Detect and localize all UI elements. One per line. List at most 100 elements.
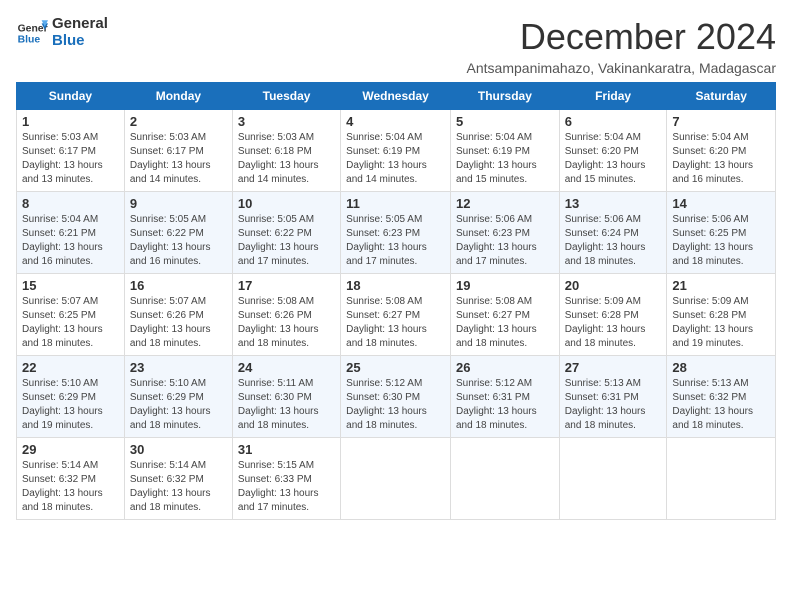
calendar-day-13: 13Sunrise: 5:06 AM Sunset: 6:24 PM Dayli… xyxy=(559,192,667,274)
calendar-day-12: 12 Sunrise: 5:06 AM Sunset: 6:23 PM Dayli… xyxy=(450,192,559,274)
day-info: Sunrise: 5:12 AM Sunset: 6:30 PM Dayligh… xyxy=(346,377,445,433)
day-number: 1 xyxy=(22,114,119,129)
day-number: 23 xyxy=(130,360,227,375)
calendar-day-24: 24 Sunrise: 5:11 AM Sunset: 6:30 PM Dayli… xyxy=(232,356,340,438)
day-info: Sunrise: 5:06 AM Sunset: 6:23 PM Dayligh… xyxy=(456,213,554,269)
day-number: 2 xyxy=(130,114,227,129)
calendar-day-14: 14Sunrise: 5:06 AM Sunset: 6:25 PM Dayli… xyxy=(667,192,776,274)
day-number: 15 xyxy=(22,278,119,293)
calendar-week-5: 29 Sunrise: 5:14 AM Sunset: 6:32 PM Dayli… xyxy=(17,438,776,520)
calendar-day-28: 28Sunrise: 5:13 AM Sunset: 6:32 PM Dayli… xyxy=(667,356,776,438)
svg-text:Blue: Blue xyxy=(18,34,41,45)
day-info: Sunrise: 5:03 AM Sunset: 6:18 PM Dayligh… xyxy=(238,131,335,187)
day-number: 18 xyxy=(346,278,445,293)
calendar-day-30: 30Sunrise: 5:14 AM Sunset: 6:32 PM Dayli… xyxy=(124,438,232,520)
day-info: Sunrise: 5:03 AM Sunset: 6:17 PM Dayligh… xyxy=(22,131,119,187)
day-info: Sunrise: 5:10 AM Sunset: 6:29 PM Dayligh… xyxy=(22,377,119,433)
empty-cell xyxy=(450,438,559,520)
day-info: Sunrise: 5:09 AM Sunset: 6:28 PM Dayligh… xyxy=(565,295,662,351)
day-number: 13 xyxy=(565,196,662,211)
day-number: 11 xyxy=(346,196,445,211)
calendar-day-4: 4 Sunrise: 5:04 AM Sunset: 6:19 PM Daylig… xyxy=(341,110,451,192)
col-header-sunday: Sunday xyxy=(17,83,125,110)
calendar-day-2: 2 Sunrise: 5:03 AM Sunset: 6:17 PM Daylig… xyxy=(124,110,232,192)
calendar-day-3: 3 Sunrise: 5:03 AM Sunset: 6:18 PM Daylig… xyxy=(232,110,340,192)
day-info: Sunrise: 5:04 AM Sunset: 6:20 PM Dayligh… xyxy=(672,131,770,187)
empty-cell xyxy=(341,438,451,520)
calendar-day-1: 1 Sunrise: 5:03 AM Sunset: 6:17 PM Daylig… xyxy=(17,110,125,192)
calendar-header: SundayMondayTuesdayWednesdayThursdayFrid… xyxy=(17,83,776,110)
col-header-saturday: Saturday xyxy=(667,83,776,110)
day-info: Sunrise: 5:14 AM Sunset: 6:32 PM Dayligh… xyxy=(22,459,119,515)
day-info: Sunrise: 5:13 AM Sunset: 6:31 PM Dayligh… xyxy=(565,377,662,433)
calendar-day-15: 15 Sunrise: 5:07 AM Sunset: 6:25 PM Dayli… xyxy=(17,274,125,356)
calendar-day-21: 21 Sunrise: 5:09 AM Sunset: 6:28 PM Dayli… xyxy=(667,274,776,356)
calendar-day-11: 11 Sunrise: 5:05 AM Sunset: 6:23 PM Dayli… xyxy=(341,192,451,274)
day-info: Sunrise: 5:07 AM Sunset: 6:25 PM Dayligh… xyxy=(22,295,119,351)
empty-cell xyxy=(559,438,667,520)
calendar-week-4: 22 Sunrise: 5:10 AM Sunset: 6:29 PM Dayli… xyxy=(17,356,776,438)
day-number: 24 xyxy=(238,360,335,375)
day-number: 6 xyxy=(565,114,662,129)
calendar-day-9: 9 Sunrise: 5:05 AM Sunset: 6:22 PM Daylig… xyxy=(124,192,232,274)
day-info: Sunrise: 5:04 AM Sunset: 6:19 PM Dayligh… xyxy=(346,131,445,187)
calendar-day-16: 16Sunrise: 5:07 AM Sunset: 6:26 PM Dayli… xyxy=(124,274,232,356)
day-info: Sunrise: 5:07 AM Sunset: 6:26 PM Dayligh… xyxy=(130,295,227,351)
calendar-week-1: 1 Sunrise: 5:03 AM Sunset: 6:17 PM Daylig… xyxy=(17,110,776,192)
day-info: Sunrise: 5:04 AM Sunset: 6:21 PM Dayligh… xyxy=(22,213,119,269)
calendar-day-8: 8Sunrise: 5:04 AM Sunset: 6:21 PM Daylig… xyxy=(17,192,125,274)
location-subtitle: Antsampanimahazo, Vakinankaratra, Madaga… xyxy=(467,60,776,76)
calendar-day-17: 17 Sunrise: 5:08 AM Sunset: 6:26 PM Dayli… xyxy=(232,274,340,356)
day-number: 9 xyxy=(130,196,227,211)
day-number: 17 xyxy=(238,278,335,293)
day-info: Sunrise: 5:05 AM Sunset: 6:22 PM Dayligh… xyxy=(130,213,227,269)
day-info: Sunrise: 5:11 AM Sunset: 6:30 PM Dayligh… xyxy=(238,377,335,433)
calendar-table: SundayMondayTuesdayWednesdayThursdayFrid… xyxy=(16,82,776,520)
calendar-day-6: 6Sunrise: 5:04 AM Sunset: 6:20 PM Daylig… xyxy=(559,110,667,192)
col-header-tuesday: Tuesday xyxy=(232,83,340,110)
day-info: Sunrise: 5:03 AM Sunset: 6:17 PM Dayligh… xyxy=(130,131,227,187)
day-info: Sunrise: 5:04 AM Sunset: 6:19 PM Dayligh… xyxy=(456,131,554,187)
calendar-day-25: 25 Sunrise: 5:12 AM Sunset: 6:30 PM Dayli… xyxy=(341,356,451,438)
day-info: Sunrise: 5:05 AM Sunset: 6:23 PM Dayligh… xyxy=(346,213,445,269)
day-number: 20 xyxy=(565,278,662,293)
calendar-day-22: 22 Sunrise: 5:10 AM Sunset: 6:29 PM Dayli… xyxy=(17,356,125,438)
col-header-wednesday: Wednesday xyxy=(341,83,451,110)
day-number: 26 xyxy=(456,360,554,375)
calendar-day-31: 31 Sunrise: 5:15 AM Sunset: 6:33 PM Dayli… xyxy=(232,438,340,520)
day-info: Sunrise: 5:10 AM Sunset: 6:29 PM Dayligh… xyxy=(130,377,227,433)
calendar-day-10: 10Sunrise: 5:05 AM Sunset: 6:22 PM Dayli… xyxy=(232,192,340,274)
calendar-day-29: 29 Sunrise: 5:14 AM Sunset: 6:32 PM Dayli… xyxy=(17,438,125,520)
calendar-day-5: 5 Sunrise: 5:04 AM Sunset: 6:19 PM Daylig… xyxy=(450,110,559,192)
logo-text: General Blue xyxy=(52,16,108,49)
day-info: Sunrise: 5:08 AM Sunset: 6:27 PM Dayligh… xyxy=(456,295,554,351)
calendar-day-23: 23 Sunrise: 5:10 AM Sunset: 6:29 PM Dayli… xyxy=(124,356,232,438)
logo-icon: General Blue xyxy=(16,17,48,49)
day-number: 7 xyxy=(672,114,770,129)
col-header-friday: Friday xyxy=(559,83,667,110)
calendar-week-2: 8Sunrise: 5:04 AM Sunset: 6:21 PM Daylig… xyxy=(17,192,776,274)
day-number: 22 xyxy=(22,360,119,375)
day-info: Sunrise: 5:15 AM Sunset: 6:33 PM Dayligh… xyxy=(238,459,335,515)
col-header-thursday: Thursday xyxy=(450,83,559,110)
day-info: Sunrise: 5:08 AM Sunset: 6:26 PM Dayligh… xyxy=(238,295,335,351)
day-number: 21 xyxy=(672,278,770,293)
day-number: 25 xyxy=(346,360,445,375)
title-block: December 2024 Antsampanimahazo, Vakinank… xyxy=(467,16,776,76)
day-info: Sunrise: 5:14 AM Sunset: 6:32 PM Dayligh… xyxy=(130,459,227,515)
day-info: Sunrise: 5:05 AM Sunset: 6:22 PM Dayligh… xyxy=(238,213,335,269)
day-info: Sunrise: 5:09 AM Sunset: 6:28 PM Dayligh… xyxy=(672,295,770,351)
day-info: Sunrise: 5:12 AM Sunset: 6:31 PM Dayligh… xyxy=(456,377,554,433)
day-number: 5 xyxy=(456,114,554,129)
day-number: 3 xyxy=(238,114,335,129)
day-number: 29 xyxy=(22,442,119,457)
calendar-day-19: 19Sunrise: 5:08 AM Sunset: 6:27 PM Dayli… xyxy=(450,274,559,356)
day-info: Sunrise: 5:08 AM Sunset: 6:27 PM Dayligh… xyxy=(346,295,445,351)
month-title: December 2024 xyxy=(467,16,776,58)
calendar-day-26: 26 Sunrise: 5:12 AM Sunset: 6:31 PM Dayli… xyxy=(450,356,559,438)
day-number: 12 xyxy=(456,196,554,211)
day-number: 31 xyxy=(238,442,335,457)
day-number: 14 xyxy=(672,196,770,211)
day-info: Sunrise: 5:13 AM Sunset: 6:32 PM Dayligh… xyxy=(672,377,770,433)
day-number: 4 xyxy=(346,114,445,129)
